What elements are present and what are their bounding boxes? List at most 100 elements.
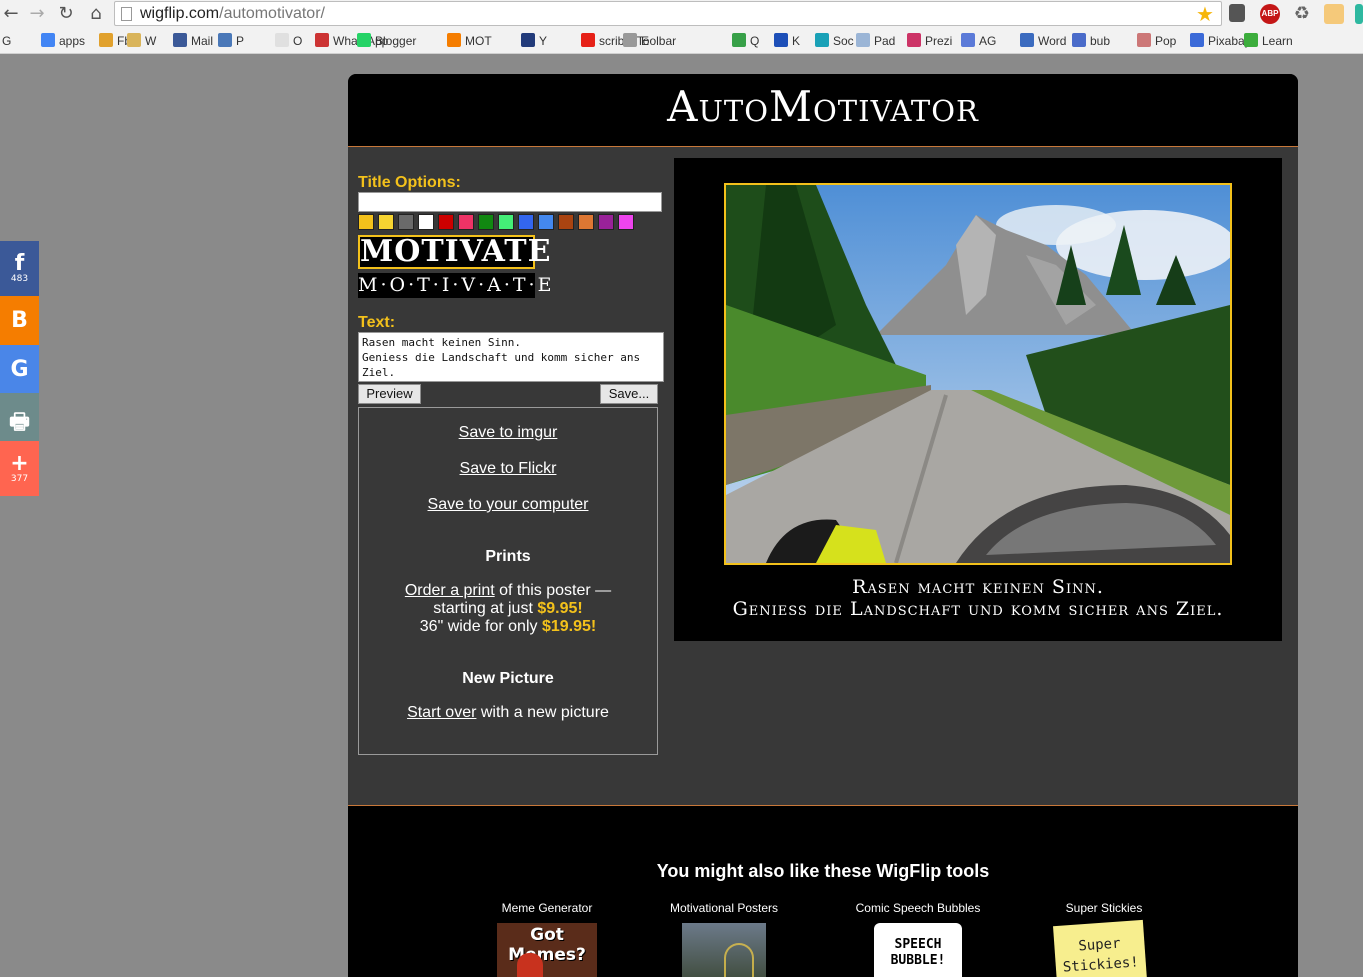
save-to-computer-link[interactable]: Save to your computer — [359, 496, 657, 514]
bookmark-item[interactable]: Pixabay — [1190, 33, 1251, 49]
title-style-spaced[interactable]: M·O·T·I·V·A·T·E — [358, 273, 551, 298]
new-picture-heading: New Picture — [462, 670, 554, 687]
start-over-line: Start over with a new picture — [407, 704, 609, 721]
text-input[interactable]: Rasen macht keinen Sinn. Geniess die Lan… — [358, 332, 664, 382]
adblock-icon[interactable]: ABP — [1260, 4, 1280, 24]
tool-super-stickies[interactable]: Super Stickies — [1024, 901, 1184, 915]
bookmark-item[interactable]: W — [127, 33, 156, 49]
bookmark-label: Blogger — [375, 34, 417, 48]
extension-icon[interactable] — [1355, 4, 1363, 24]
prints-heading: Prints — [485, 548, 531, 565]
color-swatch[interactable] — [358, 214, 374, 230]
bookmark-label: Word — [1038, 34, 1067, 48]
tool-motivational-posters[interactable]: Motivational Posters — [644, 901, 804, 915]
print-share-button[interactable]: 🖶 — [0, 393, 39, 441]
bookmark-item[interactable]: Prezi — [907, 33, 952, 49]
bookmark-favicon-icon — [774, 33, 788, 47]
bookmark-item[interactable]: K — [774, 33, 800, 49]
bookmark-item[interactable]: AG — [961, 33, 996, 49]
reload-icon[interactable]: ↻ — [55, 3, 77, 25]
bookmark-item[interactable]: O — [275, 33, 302, 49]
title-style-serif-bold[interactable]: MOTIVATE — [358, 235, 550, 269]
color-swatch[interactable] — [498, 214, 514, 230]
print-icon: 🖶 — [9, 410, 30, 435]
start-over-link[interactable]: Start over — [407, 704, 476, 721]
plus-icon: + — [10, 451, 29, 476]
bookmark-star-icon[interactable]: ★ — [1196, 2, 1214, 26]
google-icon: G — [10, 357, 29, 382]
save-button[interactable]: Save... — [600, 384, 658, 404]
home-icon[interactable]: ⌂ — [85, 3, 107, 25]
color-swatch[interactable] — [518, 214, 534, 230]
extension-icon[interactable] — [1324, 4, 1344, 24]
bookmark-favicon-icon — [1190, 33, 1204, 47]
color-swatch[interactable] — [538, 214, 554, 230]
color-swatch[interactable] — [478, 214, 494, 230]
bookmark-item[interactable]: E — [623, 33, 649, 49]
bookmark-item[interactable]: G — [2, 33, 11, 49]
sticky-thumb-line1: Super — [1077, 935, 1122, 955]
title-options-label: Title Options: — [358, 174, 461, 191]
tool-comic-speech-bubbles[interactable]: Comic Speech Bubbles — [838, 901, 998, 915]
color-swatch[interactable] — [578, 214, 594, 230]
bookmark-item[interactable]: Q — [732, 33, 759, 49]
title-input[interactable] — [358, 192, 662, 212]
bookmark-label: E — [641, 34, 650, 48]
bookmark-favicon-icon — [275, 33, 289, 47]
speech-bubble-thumbnail[interactable]: SPEECH BUBBLE! — [874, 923, 962, 977]
bookmark-item[interactable]: apps — [41, 33, 85, 49]
bookmark-favicon-icon — [732, 33, 746, 47]
meme-generator-thumbnail[interactable]: Got Memes? — [497, 923, 597, 977]
bookmark-item[interactable]: Pop — [1137, 33, 1176, 49]
color-swatch[interactable] — [458, 214, 474, 230]
bookmark-item[interactable]: Y — [521, 33, 547, 49]
forward-icon[interactable]: → — [26, 3, 48, 25]
bookmark-label: O — [293, 34, 303, 48]
bookmark-item[interactable]: Learn — [1244, 33, 1293, 49]
bookmark-favicon-icon — [1020, 33, 1034, 47]
bubble-thumb-line1: SPEECH — [894, 937, 942, 952]
bookmark-label: P — [236, 34, 245, 48]
bookmark-item[interactable]: Soc — [815, 33, 854, 49]
google-share-button[interactable]: G — [0, 345, 39, 393]
text-label: Text: — [358, 314, 396, 331]
bookmarks-bar: GappsFbWMailPOWhatsAppBloggerMOTYscrible… — [0, 28, 1363, 54]
bookmark-item[interactable]: MOT — [447, 33, 492, 49]
color-swatch[interactable] — [418, 214, 434, 230]
save-to-imgur-link[interactable]: Save to imgur — [359, 424, 657, 442]
super-stickies-thumbnail[interactable]: Super Stickies! — [1053, 919, 1147, 977]
url-text: wigflip.com/automotivator/ — [140, 5, 325, 22]
bookmark-favicon-icon — [1072, 33, 1086, 47]
bookmark-favicon-icon — [357, 33, 371, 47]
save-to-flickr-link[interactable]: Save to Flickr — [359, 460, 657, 478]
motivational-posters-thumbnail[interactable] — [682, 923, 766, 977]
sticky-thumb-line2: Stickies! — [1062, 954, 1140, 976]
preview-button[interactable]: Preview — [358, 384, 421, 404]
bookmark-item[interactable]: Blogger — [357, 33, 416, 49]
bookmark-favicon-icon — [315, 33, 329, 47]
order-print-link[interactable]: Order a print — [405, 582, 495, 599]
address-bar[interactable]: wigflip.com/automotivator/ — [114, 1, 1222, 26]
bookmark-favicon-icon — [1137, 33, 1151, 47]
blogger-share-button[interactable]: B — [0, 296, 39, 345]
color-swatch[interactable] — [558, 214, 574, 230]
evernote-icon[interactable] — [1229, 4, 1245, 22]
plus-share-button[interactable]: +377 — [0, 441, 39, 496]
bookmark-label: Pop — [1155, 34, 1177, 48]
bookmark-label: MOT — [465, 34, 492, 48]
site-title: AutoMotivator — [667, 82, 979, 131]
tool-meme-generator[interactable]: Meme Generator — [467, 901, 627, 915]
color-swatch[interactable] — [378, 214, 394, 230]
bookmark-item[interactable]: Mail — [173, 33, 213, 49]
color-swatch[interactable] — [618, 214, 634, 230]
recycle-icon[interactable]: ♻ — [1292, 4, 1312, 24]
facebook-share-button[interactable]: f 483 — [0, 241, 39, 296]
color-swatch[interactable] — [438, 214, 454, 230]
bookmark-item[interactable]: bub — [1072, 33, 1110, 49]
back-icon[interactable]: ← — [0, 3, 22, 25]
bookmark-item[interactable]: P — [218, 33, 244, 49]
bookmark-item[interactable]: Pad — [856, 33, 895, 49]
bookmark-item[interactable]: Word — [1020, 33, 1066, 49]
color-swatch[interactable] — [598, 214, 614, 230]
color-swatch[interactable] — [398, 214, 414, 230]
